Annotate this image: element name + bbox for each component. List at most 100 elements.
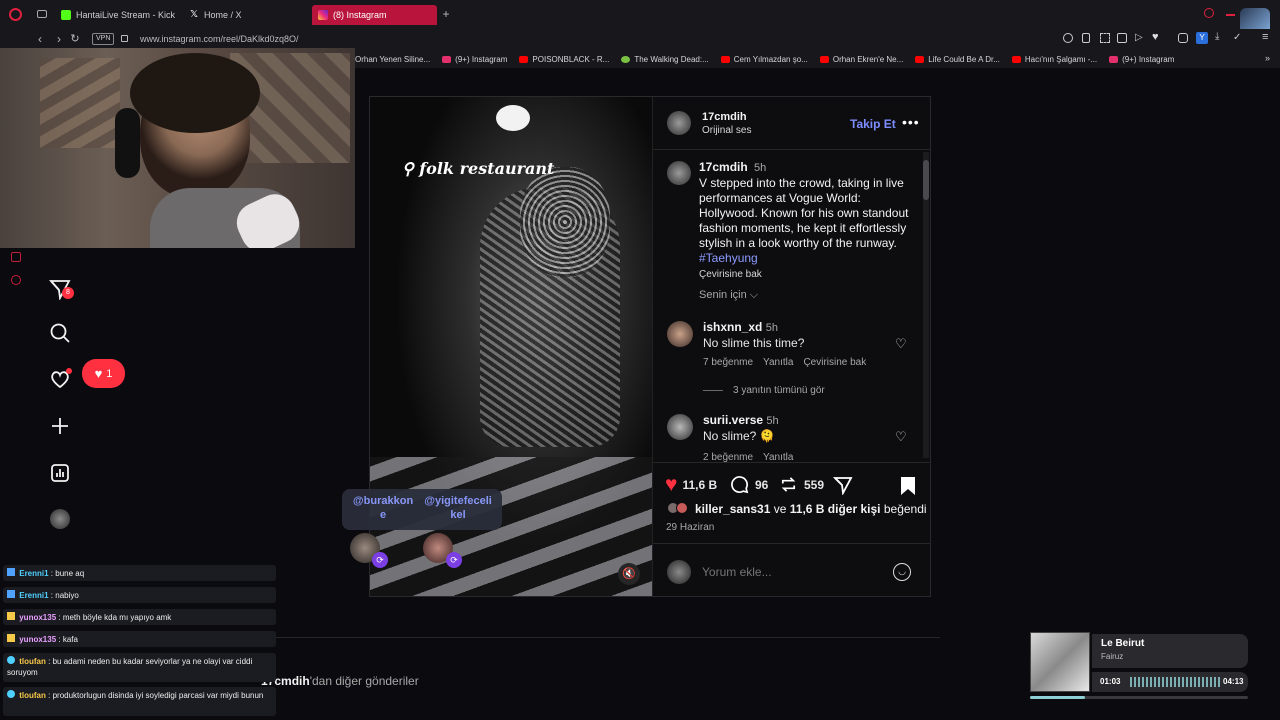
chat-message: tloufan : produktorlugun disinda iyi soy…: [3, 687, 276, 716]
bookmark-item[interactable]: The Walking Dead:...: [621, 55, 709, 64]
divider: [653, 462, 931, 463]
minimize-button[interactable]: [1226, 14, 1235, 16]
bookmark-item[interactable]: (9+) Instagram: [1109, 55, 1174, 64]
bookmark-item[interactable]: Orhan Ekren'e Ne...: [819, 55, 903, 64]
comment-like-icon[interactable]: ♡: [895, 429, 907, 445]
view-replies-button[interactable]: 3 yanıtın tümünü gör: [703, 385, 825, 396]
scrollbar-thumb[interactable]: [923, 160, 929, 200]
adblock-icon[interactable]: [1117, 33, 1127, 43]
comment-likes[interactable]: 2 beğenme: [703, 452, 753, 462]
translate-link[interactable]: Çevirisine bak: [803, 357, 866, 368]
profile-avatar[interactable]: [50, 509, 70, 529]
audio-label[interactable]: Orijinal ses: [702, 125, 751, 136]
comment-like-icon[interactable]: ♡: [895, 336, 907, 352]
heart-icon[interactable]: ♥: [1152, 31, 1159, 43]
comment-button[interactable]: 96: [730, 475, 768, 494]
extensions-icon[interactable]: [1178, 33, 1188, 43]
post-caption: V stepped into the crowd, taking in live…: [699, 176, 909, 250]
youtube-icon: [915, 55, 925, 63]
chat-badge-icon: [7, 612, 15, 620]
tag-link[interactable]: @burakkone: [352, 494, 414, 525]
comments-scrollbar[interactable]: [923, 152, 929, 458]
opera-sidebar-icon[interactable]: [11, 252, 21, 262]
play-icon[interactable]: ▷: [1135, 32, 1143, 43]
reload-icon[interactable]: ↻: [68, 32, 82, 46]
headphones: [115, 108, 140, 178]
comment-likes[interactable]: 7 beğenme: [703, 357, 753, 368]
chat-badge-icon: [7, 656, 15, 664]
workspaces-icon[interactable]: [37, 10, 47, 18]
translate-link[interactable]: Çevirisine bak: [699, 269, 762, 280]
pin-icon[interactable]: [1082, 33, 1090, 43]
menu-icon[interactable]: ≡: [1262, 31, 1268, 43]
author-avatar[interactable]: [667, 161, 691, 185]
bookmark-item[interactable]: Life Could Be A Dr...: [915, 55, 1000, 64]
author-username[interactable]: 17cmdih: [702, 111, 747, 123]
new-tab-button[interactable]: +: [440, 7, 452, 21]
progress-track[interactable]: [1030, 696, 1248, 699]
snapshot-icon[interactable]: [1100, 33, 1110, 43]
search-tabs-icon[interactable]: [1204, 8, 1214, 18]
liked-by-avatars[interactable]: [667, 502, 689, 514]
download-icon[interactable]: ⤓: [1215, 31, 1219, 42]
notifications-icon[interactable]: [49, 368, 72, 390]
commenter-avatar[interactable]: [667, 321, 693, 347]
commenter-avatar[interactable]: [667, 414, 693, 440]
kick-icon: [61, 10, 71, 20]
opera-logo-icon[interactable]: [9, 8, 22, 21]
hashtag-link[interactable]: #Taehyung: [699, 251, 758, 265]
comment-username[interactable]: ishxnn_xd: [703, 320, 762, 334]
bookmark-item[interactable]: Hacı'nın Şalgamı -...: [1011, 55, 1097, 64]
more-options-icon[interactable]: •••: [902, 114, 920, 130]
now-playing-widget[interactable]: Le Beirut Fairuz 01:03 04:13: [1030, 632, 1248, 700]
forward-icon[interactable]: ›: [52, 32, 66, 46]
reply-link[interactable]: Yanıtla: [763, 452, 793, 462]
emoji-icon[interactable]: ◡: [893, 563, 911, 581]
tagged-users-popup[interactable]: @burakkone @yigitefecelikel: [342, 489, 502, 530]
repost-button[interactable]: 559: [779, 475, 824, 494]
tab-kick[interactable]: HantaiLive Stream - Kick.D: [55, 5, 175, 25]
reply-link[interactable]: Yanıtla: [763, 357, 793, 368]
bookmark-item[interactable]: Cem Yılmazdan şo...: [720, 55, 808, 64]
for-you-dropdown[interactable]: Senin için ⌵: [699, 289, 758, 302]
comment-item: surii.verse 5h No slime? 🫠: [703, 413, 893, 444]
follow-button[interactable]: Takip Et: [850, 117, 896, 131]
tab-instagram[interactable]: (8) Instagram: [312, 5, 437, 25]
bookmark-item[interactable]: POISONBLACK - R...: [519, 55, 609, 64]
bookmark-item[interactable]: Orhan Yenen Siline...: [355, 55, 430, 64]
comments-scroll-area[interactable]: 17cmdih 5h V stepped into the crowd, tak…: [653, 150, 931, 462]
back-icon[interactable]: ‹: [33, 32, 47, 46]
comment-input[interactable]: [702, 563, 882, 581]
bookmark-item[interactable]: (9+) Instagram: [442, 55, 507, 64]
dashboard-icon[interactable]: [49, 462, 71, 484]
liked-by-user[interactable]: killer_sans31: [695, 502, 770, 516]
search-icon[interactable]: [49, 322, 71, 344]
vpn-badge[interactable]: VPN: [92, 33, 115, 45]
waveform[interactable]: [1130, 677, 1220, 687]
likes-popup[interactable]: ♥ 1: [82, 359, 125, 388]
elapsed-time: 01:03: [1100, 677, 1121, 686]
like-button[interactable]: ♥ 11,6 B: [665, 474, 718, 495]
yandex-icon[interactable]: Y: [1196, 32, 1208, 44]
settings-icon[interactable]: [11, 275, 21, 285]
save-icon[interactable]: [899, 476, 917, 501]
zoom-icon[interactable]: [1063, 33, 1073, 43]
mute-button[interactable]: 🔇: [618, 563, 640, 585]
divider: [653, 543, 931, 544]
tag-link[interactable]: @yigitefecelikel: [424, 494, 492, 525]
like-count: 11,6 B: [682, 478, 718, 492]
chevron-down-icon: ⌵: [749, 289, 759, 301]
easy-setup-icon[interactable]: ✓: [1233, 32, 1241, 43]
more-posts-heading[interactable]: 17cmdih'dan diğer gönderiler: [261, 674, 419, 688]
comment-username[interactable]: surii.verse: [703, 413, 763, 427]
caption-username[interactable]: 17cmdih: [699, 160, 748, 174]
create-icon[interactable]: [49, 415, 71, 437]
author-avatar[interactable]: [667, 111, 691, 135]
bookmarks-bar: Orhan Yenen Siline... (9+) Instagram POI…: [355, 50, 1280, 68]
tab-x[interactable]: 𝕏 Home / X: [183, 5, 303, 25]
url-field[interactable]: www.instagram.com/reel/DaKlkd0zq8O/: [140, 32, 299, 46]
share-icon[interactable]: [832, 475, 853, 500]
liked-by-others[interactable]: 11,6 B diğer kişi: [790, 502, 881, 516]
messages-icon[interactable]: 8: [48, 278, 74, 301]
bookmarks-overflow-icon[interactable]: »: [1265, 53, 1270, 63]
